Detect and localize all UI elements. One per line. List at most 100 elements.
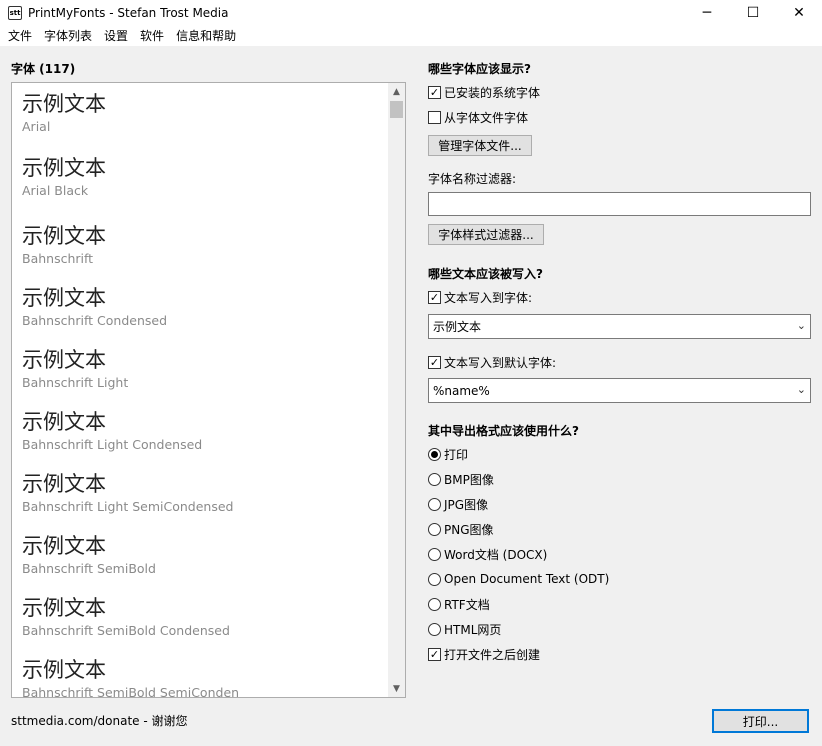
- menu-software[interactable]: 软件: [134, 26, 170, 46]
- radio-icon: [428, 572, 441, 586]
- check-icon: ✓: [428, 85, 441, 99]
- font-count-label: 字体 (117): [11, 62, 76, 76]
- from-file-label: 从字体文件字体: [444, 110, 529, 125]
- text-section-title: 哪些文本应该被写入?: [428, 267, 543, 281]
- write-font-combo[interactable]: 示例文本 ⌄: [428, 314, 811, 339]
- font-sample: 示例文本: [22, 410, 106, 434]
- font-name: Arial Black: [22, 183, 89, 198]
- export-option-print[interactable]: 打印: [428, 446, 468, 462]
- open-after-checkbox[interactable]: ✓ 打开文件之后创建: [428, 646, 540, 662]
- font-list-item[interactable]: 示例文本 Bahnschrift Light SemiCondensed: [12, 463, 388, 525]
- font-list-item[interactable]: 示例文本 Bahnschrift SemiBold: [12, 525, 388, 587]
- font-sample: 示例文本: [22, 472, 106, 496]
- menu-settings[interactable]: 设置: [98, 26, 134, 46]
- window-title: PrintMyFonts - Stefan Trost Media: [28, 6, 229, 20]
- display-section-title: 哪些字体应该显示?: [428, 62, 531, 76]
- font-name: Bahnschrift Light SemiCondensed: [22, 499, 234, 514]
- export-option-label: 打印: [444, 447, 469, 462]
- radio-icon: [428, 522, 441, 536]
- unchecked-box-icon: [428, 110, 441, 124]
- font-style-filter-button[interactable]: 字体样式过滤器...: [428, 224, 544, 245]
- menu-info-help[interactable]: 信息和帮助: [170, 26, 242, 46]
- menu-bar: 文件 字体列表 设置 软件 信息和帮助: [0, 26, 822, 46]
- font-name: Bahnschrift Light: [22, 375, 129, 390]
- export-option-label: Word文档 (DOCX): [444, 547, 548, 562]
- export-option-jpg[interactable]: JPG图像: [428, 496, 488, 512]
- font-sample: 示例文本: [22, 348, 106, 372]
- font-name: Bahnschrift SemiBold SemiConden: [22, 685, 240, 698]
- font-list-item[interactable]: 示例文本 Bahnschrift SemiBold SemiConden: [12, 649, 388, 698]
- export-option-docx[interactable]: Word文档 (DOCX): [428, 546, 547, 562]
- export-option-label: RTF文档: [444, 597, 490, 612]
- from-file-checkbox[interactable]: 从字体文件字体: [428, 109, 528, 125]
- donate-link[interactable]: sttmedia.com/donate - 谢谢您: [11, 712, 188, 729]
- scroll-thumb[interactable]: [390, 101, 403, 118]
- write-font-value: 示例文本: [433, 320, 482, 334]
- export-option-rtf[interactable]: RTF文档: [428, 596, 490, 612]
- close-button[interactable]: ✕: [776, 0, 822, 26]
- check-icon: ✓: [428, 290, 441, 304]
- app-icon: stt: [8, 6, 22, 20]
- font-name: Bahnschrift SemiBold: [22, 561, 156, 576]
- font-name: Bahnschrift SemiBold Condensed: [22, 623, 230, 638]
- font-items: 示例文本 Arial 示例文本 Arial Black 示例文本 Bahnsch…: [12, 83, 388, 698]
- export-option-label: HTML网页: [444, 622, 502, 637]
- radio-icon: [428, 472, 441, 486]
- font-name: Arial: [22, 119, 51, 134]
- export-option-label: Open Document Text (ODT): [444, 572, 610, 586]
- menu-file[interactable]: 文件: [2, 26, 38, 46]
- scroll-down-icon[interactable]: ▼: [388, 680, 405, 697]
- write-font-label: 文本写入到字体:: [444, 290, 533, 305]
- font-sample: 示例文本: [22, 224, 106, 248]
- font-list[interactable]: 示例文本 Arial 示例文本 Arial Black 示例文本 Bahnsch…: [11, 82, 406, 698]
- installed-fonts-checkbox[interactable]: ✓ 已安装的系统字体: [428, 84, 540, 100]
- export-option-html[interactable]: HTML网页: [428, 621, 501, 637]
- export-option-label: PNG图像: [444, 522, 494, 537]
- installed-fonts-label: 已安装的系统字体: [444, 85, 541, 100]
- menu-font-list[interactable]: 字体列表: [38, 26, 98, 46]
- chevron-down-icon[interactable]: ⌄: [797, 383, 806, 396]
- check-icon: ✓: [428, 355, 441, 369]
- font-name-filter-input[interactable]: [428, 192, 811, 216]
- font-list-item[interactable]: 示例文本 Bahnschrift: [12, 215, 388, 277]
- font-name: Bahnschrift Light Condensed: [22, 437, 203, 452]
- write-default-checkbox[interactable]: ✓ 文本写入到默认字体:: [428, 354, 556, 370]
- radio-selected-icon: [428, 447, 441, 461]
- export-option-bmp[interactable]: BMP图像: [428, 471, 494, 487]
- write-default-value: %name%: [433, 383, 490, 398]
- font-list-item[interactable]: 示例文本 Bahnschrift Condensed: [12, 277, 388, 339]
- font-sample: 示例文本: [22, 286, 106, 310]
- print-button[interactable]: 打印...: [712, 709, 809, 733]
- export-option-png[interactable]: PNG图像: [428, 521, 494, 537]
- chevron-down-icon[interactable]: ⌄: [797, 319, 806, 332]
- maximize-button[interactable]: ☐: [730, 0, 776, 26]
- title-bar: stt PrintMyFonts - Stefan Trost Media ─ …: [0, 0, 822, 26]
- write-default-combo[interactable]: %name% ⌄: [428, 378, 811, 403]
- vertical-scrollbar[interactable]: ▲ ▼: [388, 83, 405, 697]
- font-list-item[interactable]: 示例文本 Arial Black: [12, 147, 388, 215]
- manage-font-files-button[interactable]: 管理字体文件...: [428, 135, 532, 156]
- radio-icon: [428, 597, 441, 611]
- font-list-item[interactable]: 示例文本 Bahnschrift SemiBold Condensed: [12, 587, 388, 649]
- font-sample: 示例文本: [22, 596, 106, 620]
- font-list-item[interactable]: 示例文本 Arial: [12, 83, 388, 147]
- write-font-checkbox[interactable]: ✓ 文本写入到字体:: [428, 289, 532, 305]
- font-sample: 示例文本: [22, 156, 106, 180]
- export-option-odt[interactable]: Open Document Text (ODT): [428, 571, 609, 587]
- font-name: Bahnschrift: [22, 251, 94, 266]
- window-controls: ─ ☐ ✕: [684, 0, 822, 26]
- font-sample: 示例文本: [22, 92, 106, 116]
- scroll-up-icon[interactable]: ▲: [388, 83, 405, 100]
- font-sample: 示例文本: [22, 658, 106, 682]
- write-default-label: 文本写入到默认字体:: [444, 355, 557, 370]
- font-name: Bahnschrift Condensed: [22, 313, 168, 328]
- font-list-item[interactable]: 示例文本 Bahnschrift Light: [12, 339, 388, 401]
- font-name-filter-label: 字体名称过滤器:: [428, 172, 517, 186]
- export-option-label: JPG图像: [444, 497, 489, 512]
- font-list-item[interactable]: 示例文本 Bahnschrift Light Condensed: [12, 401, 388, 463]
- check-icon: ✓: [428, 647, 441, 661]
- radio-icon: [428, 547, 441, 561]
- export-option-label: BMP图像: [444, 472, 494, 487]
- radio-icon: [428, 497, 441, 511]
- minimize-button[interactable]: ─: [684, 0, 730, 26]
